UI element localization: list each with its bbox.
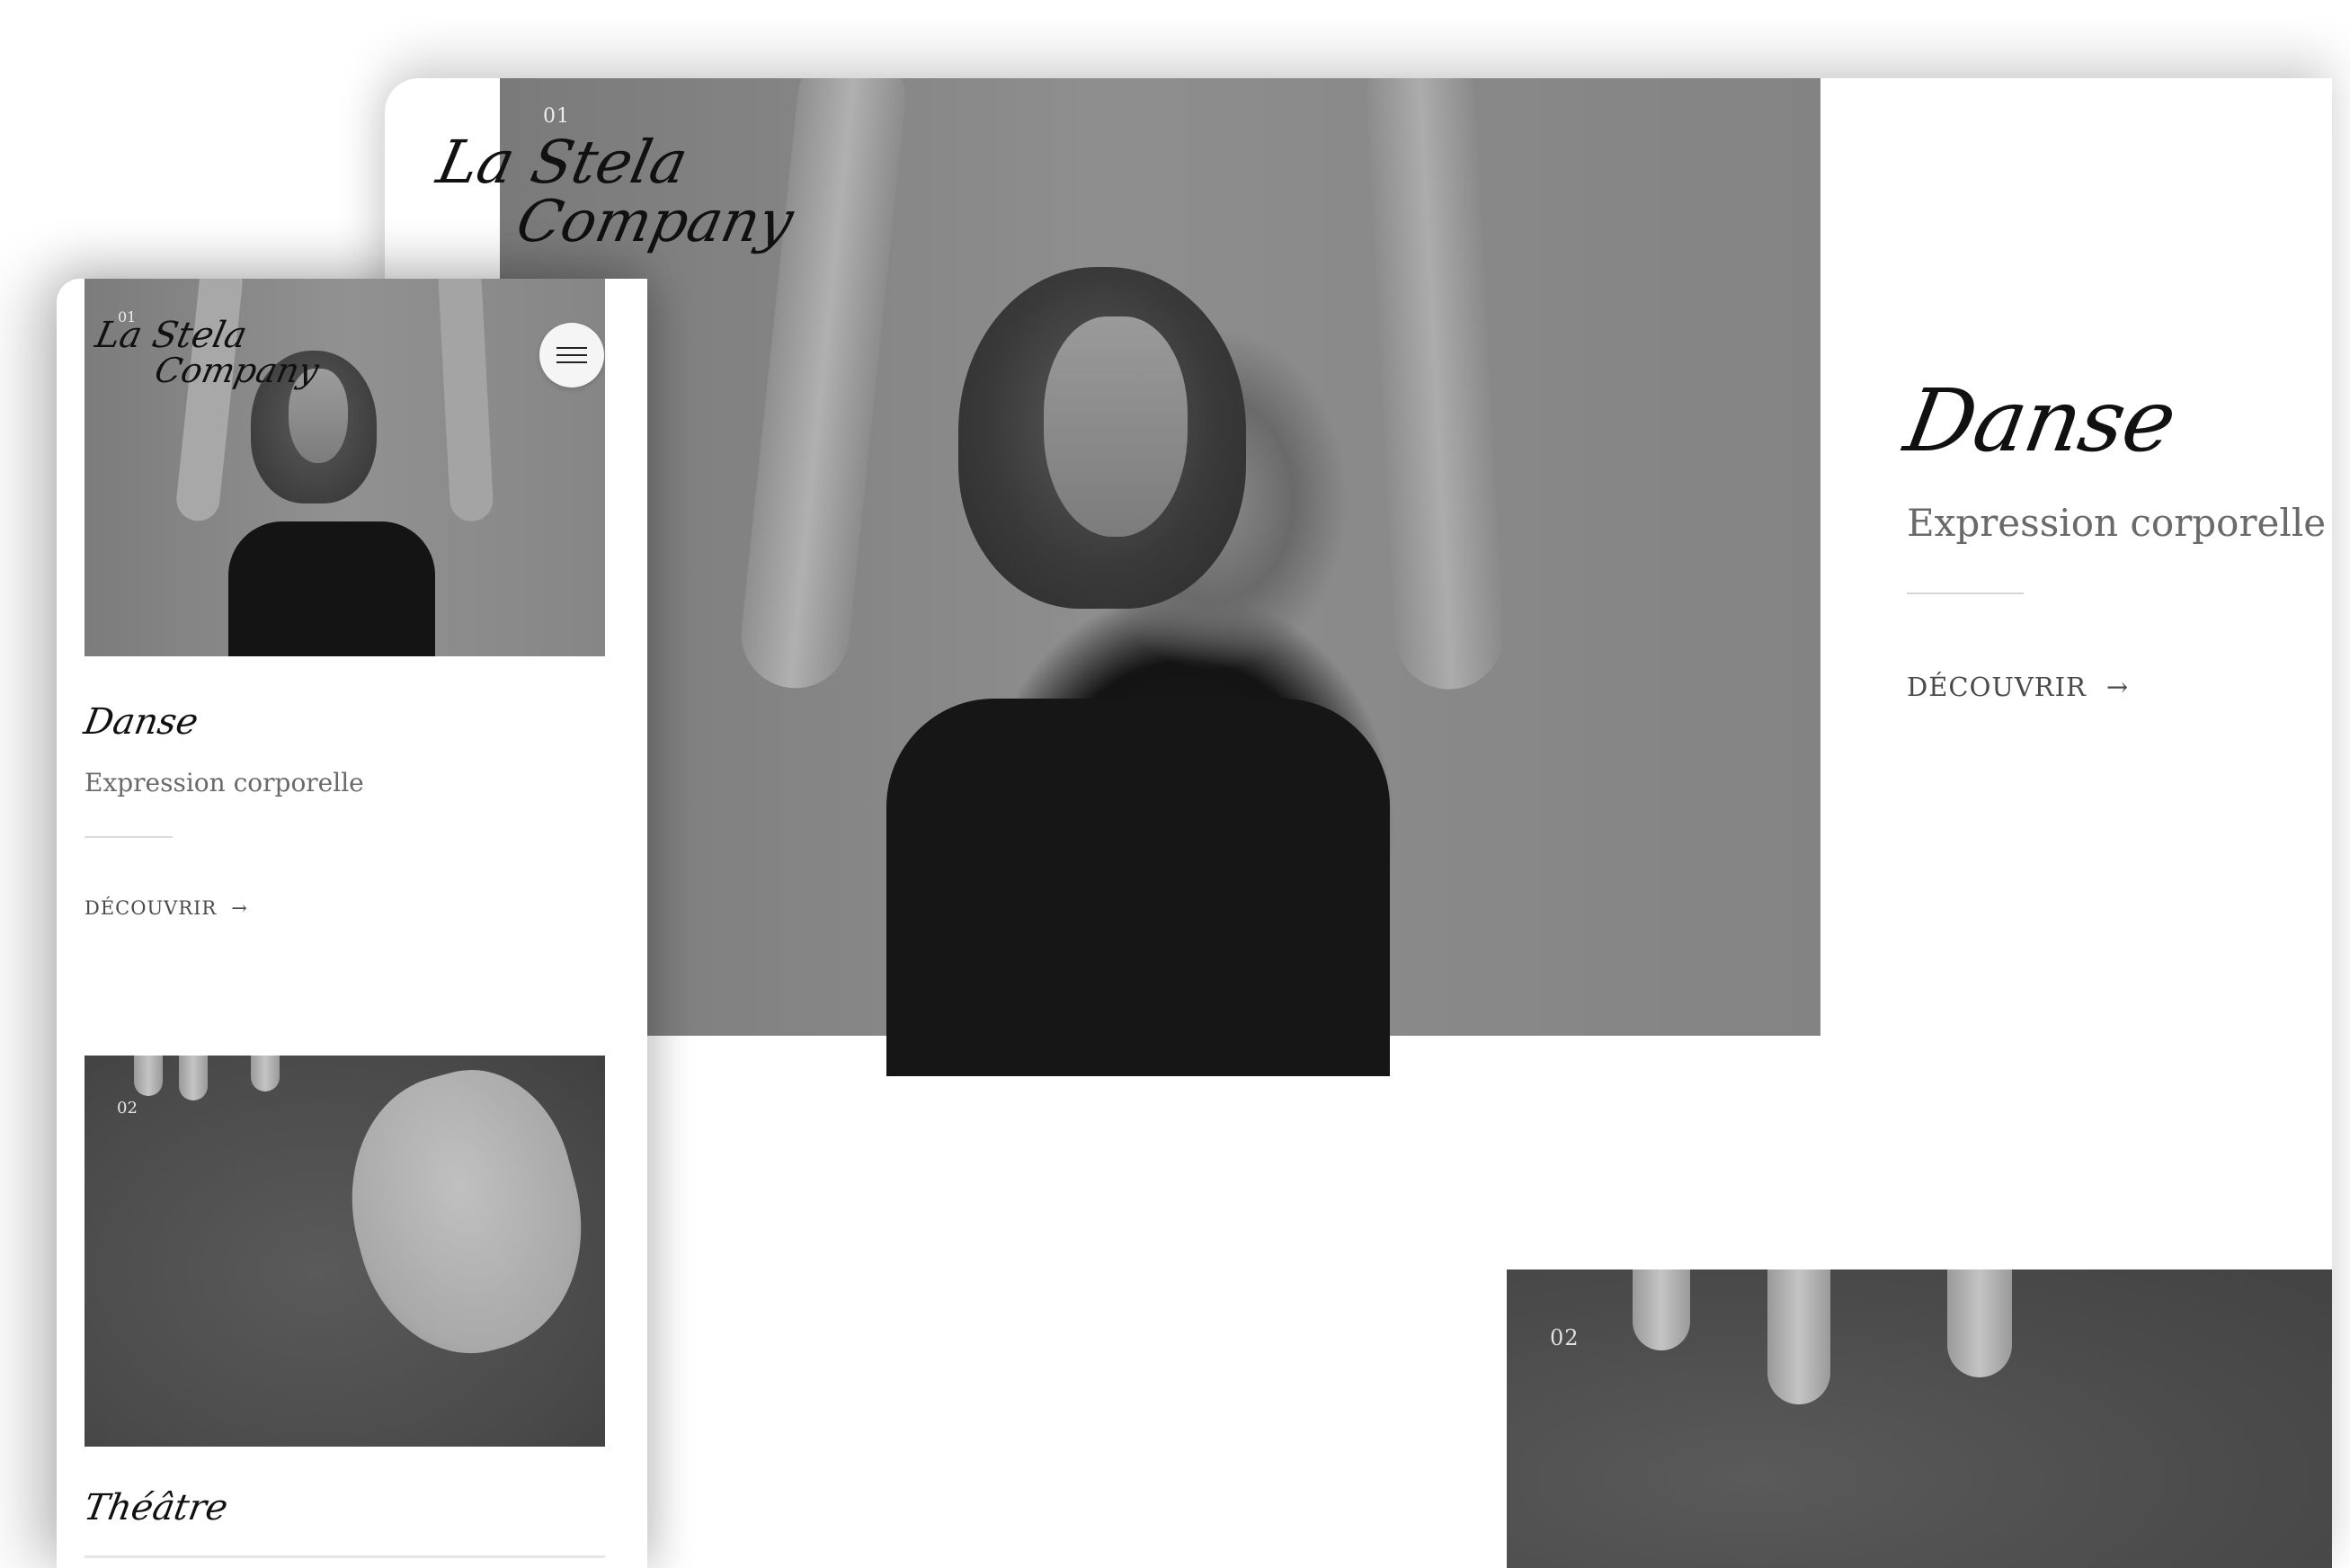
- card-index-2: 02: [117, 1099, 138, 1118]
- site-logo-mobile[interactable]: La Stela Company: [92, 315, 348, 423]
- desktop-preview: 01 La Stela Company Danse Expression cor…: [385, 78, 2332, 1568]
- card-title-2: Théâtre: [80, 1487, 231, 1528]
- arrow-right-icon: →: [2105, 672, 2130, 702]
- discover-label: DÉCOUVRIR: [85, 897, 218, 919]
- mobile-preview: 01 La Stela Company Danse Expression cor…: [57, 279, 647, 1568]
- slide-caption: Danse Expression corporelle DÉCOUVRIR →: [1898, 78, 2329, 1036]
- logo-line-2: Company: [511, 189, 799, 255]
- logo-line-2: Company: [151, 351, 323, 390]
- slide-index: 01: [543, 105, 570, 128]
- discover-label: DÉCOUVRIR: [1907, 672, 2087, 702]
- card-subtitle: Expression corporelle: [85, 768, 364, 797]
- divider: [1907, 592, 2024, 594]
- discover-link[interactable]: DÉCOUVRIR →: [85, 897, 248, 919]
- card-title: Danse: [80, 701, 201, 743]
- arrow-right-icon: →: [231, 897, 248, 919]
- theatre-photo: 02: [1507, 1270, 2332, 1568]
- logo-line-1: La Stela: [431, 128, 694, 197]
- theatre-photo-mobile: 02: [85, 1056, 605, 1447]
- hamburger-menu-icon[interactable]: [539, 323, 604, 388]
- slide-index-2: 02: [1550, 1325, 1580, 1350]
- slide-title: Danse: [1898, 370, 2183, 471]
- slide-subtitle: Expression corporelle: [1907, 501, 2327, 545]
- discover-link[interactable]: DÉCOUVRIR →: [1907, 672, 2129, 702]
- divider-2: [85, 1555, 605, 1558]
- divider: [85, 836, 173, 838]
